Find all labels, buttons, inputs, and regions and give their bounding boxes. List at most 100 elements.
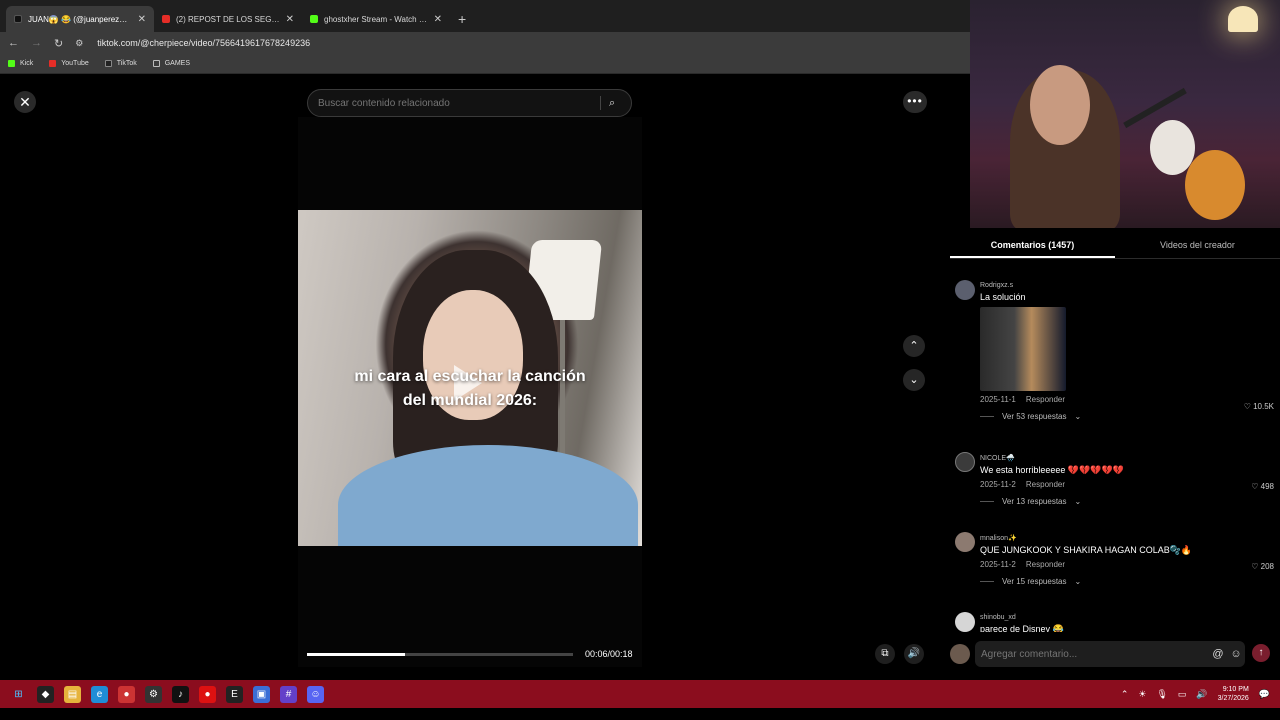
record-icon[interactable]: ● <box>199 685 216 703</box>
video-time: 00:06/00:18 <box>585 649 633 659</box>
chevron-down-icon: ⌄ <box>909 374 919 386</box>
grid-app-icon[interactable]: # <box>280 685 297 703</box>
tiktok-app-icon[interactable]: ♪ <box>172 685 189 703</box>
previous-video-button[interactable]: ⌃ <box>903 335 925 357</box>
reply-button[interactable]: Responder <box>1026 560 1065 569</box>
avatar[interactable] <box>955 612 975 632</box>
emoji-icon[interactable]: ☺ <box>1227 648 1245 660</box>
new-tab-button[interactable]: + <box>450 11 474 32</box>
video-player[interactable]: mi cara al escuchar la canción del mundi… <box>298 117 642 667</box>
comment-username[interactable]: Rodrigxz.s <box>980 282 1270 289</box>
miniplayer-button[interactable]: ⧉ <box>875 644 895 664</box>
browser-tab-tiktok[interactable]: JUAN😱 😂 (@juanperez937) | ✕ <box>6 6 154 32</box>
more-options-button[interactable]: ••• <box>903 91 927 113</box>
brightness-icon[interactable]: ☀ <box>1138 689 1146 700</box>
search-input[interactable] <box>318 97 592 109</box>
bookmark-tiktok[interactable]: TikTok <box>104 60 137 67</box>
avatar[interactable] <box>955 452 975 472</box>
clock-time: 9:10 PM <box>1222 686 1249 693</box>
comment-image[interactable] <box>980 307 1066 391</box>
notification-icon[interactable]: 💬 <box>1259 689 1270 700</box>
comment-username[interactable]: shinobu_xd <box>980 614 1270 621</box>
browser-tab-bar: JUAN😱 😂 (@juanperez937) | ✕ (2) REPOST D… <box>0 0 970 32</box>
edge-browser-icon[interactable]: e <box>91 685 108 703</box>
microphone-icon[interactable]: 🎙 <box>1156 689 1167 700</box>
close-video-button[interactable]: ✕ <box>14 91 36 113</box>
reload-icon[interactable]: ↻ <box>54 37 63 50</box>
epic-games-icon[interactable]: E <box>226 685 243 703</box>
close-tab-icon[interactable]: ✕ <box>434 14 442 25</box>
app-icon[interactable]: ◆ <box>37 685 54 703</box>
url-field[interactable]: tiktok.com/@cherpiece/video/756641961767… <box>97 38 310 48</box>
miniplayer-icon: ⧉ <box>881 648 889 659</box>
browser-tab-youtube[interactable]: (2) REPOST DE LOS SEGUIDORES ✕ <box>154 6 302 32</box>
tiktok-favicon-icon <box>14 15 22 23</box>
windows-start-icon[interactable]: ⊞ <box>10 686 27 703</box>
comment-text: La solución <box>980 292 1026 302</box>
folder-icon <box>152 60 160 67</box>
steam-icon[interactable]: ⚙ <box>145 685 162 703</box>
kick-icon <box>8 60 15 67</box>
like-count-value: 208 <box>1260 562 1274 571</box>
like-count[interactable]: ♡ 208 <box>1251 562 1274 571</box>
bookmark-games[interactable]: GAMES <box>152 60 190 67</box>
tab-title: ghostxher Stream - Watch Live <box>324 14 428 24</box>
send-comment-button[interactable]: ↑ <box>1252 644 1270 662</box>
related-search-bar: ⌕ <box>307 89 632 117</box>
video-progress-bar[interactable] <box>307 653 573 656</box>
like-count[interactable]: ♡ 10.5K <box>1244 402 1274 411</box>
like-count[interactable]: ♡ 498 <box>1251 482 1274 491</box>
speaker-icon[interactable]: 🔊 <box>1196 689 1207 700</box>
browser-tab-kick[interactable]: ghostxher Stream - Watch Live ✕ <box>302 6 450 32</box>
comment-date: 2025-11-2 <box>980 560 1016 569</box>
comment-username[interactable]: NICOLE🌧️ <box>980 454 1270 462</box>
replies-line <box>980 416 994 417</box>
video-frame[interactable]: mi cara al escuchar la canción del mundi… <box>298 210 642 546</box>
ellipsis-icon: ••• <box>907 94 923 108</box>
tab-creator-videos[interactable]: Videos del creador <box>1115 233 1280 258</box>
view-replies-button[interactable]: Ver 53 respuestas ⌄ <box>980 412 1270 421</box>
tab-comments[interactable]: Comentarios (1457) <box>950 233 1115 258</box>
file-explorer-icon[interactable]: ▤ <box>64 685 81 703</box>
youtube-icon <box>49 60 57 67</box>
avatar[interactable] <box>955 532 975 552</box>
mention-icon[interactable]: @ <box>1209 648 1227 660</box>
comment-input[interactable] <box>981 648 1209 660</box>
close-tab-icon[interactable]: ✕ <box>286 14 294 25</box>
chrome-browser-icon[interactable]: ● <box>118 685 135 703</box>
view-replies-button[interactable]: Ver 13 respuestas ⌄ <box>980 497 1270 506</box>
network-icon[interactable]: ▭ <box>1178 689 1187 700</box>
avatar[interactable] <box>955 280 975 300</box>
taskbar-clock[interactable]: 9:10 PM 3/27/2026 <box>1218 685 1249 703</box>
view-replies-button[interactable]: Ver 15 respuestas ⌄ <box>980 577 1270 586</box>
speaker-icon: 🔊 <box>907 648 921 659</box>
windows-taskbar: ⊞ ◆ ▤ e ● ⚙ ♪ ● E ▣ # ☺ <box>0 680 1280 708</box>
search-icon[interactable]: ⌕ <box>609 97 631 110</box>
comment-text: We esta horribleeeee 💔💔💔💔💔 <box>980 465 1124 475</box>
reply-button[interactable]: Responder <box>1026 395 1065 404</box>
back-icon[interactable]: ← <box>8 37 19 49</box>
volume-button[interactable]: 🔊 <box>904 644 924 664</box>
comment-date: 2025-11-2 <box>980 480 1016 489</box>
next-video-button[interactable]: ⌄ <box>903 369 925 391</box>
streamer-face-shape <box>1030 65 1090 145</box>
caption-line-1: mi cara al escuchar la canción <box>354 368 586 385</box>
site-info-icon[interactable]: ⚙ <box>75 38 83 49</box>
app-icon[interactable]: ▣ <box>253 685 270 703</box>
bookmark-youtube[interactable]: YouTube <box>49 60 89 67</box>
comment-date: 2025-11-1 <box>980 395 1016 404</box>
close-tab-icon[interactable]: ✕ <box>138 14 146 25</box>
view-replies-label: Ver 53 respuestas <box>1002 412 1067 421</box>
kick-favicon-icon <box>310 15 318 23</box>
youtube-favicon-icon <box>162 15 170 23</box>
bookmark-label: TikTok <box>116 60 137 67</box>
tab-title: (2) REPOST DE LOS SEGUIDORES <box>176 14 280 24</box>
chevron-up-icon[interactable]: ⌃ <box>1121 689 1129 700</box>
system-tray: ⌃ ☀ 🎙 ▭ 🔊 9:10 PM 3/27/2026 💬 <box>1121 680 1270 708</box>
bookmark-kick[interactable]: Kick <box>8 60 33 67</box>
comment-username[interactable]: mnalison✨ <box>980 534 1270 542</box>
reply-button[interactable]: Responder <box>1026 480 1065 489</box>
webcam-overlay <box>970 0 1280 228</box>
forward-icon[interactable]: → <box>31 37 42 49</box>
discord-icon[interactable]: ☺ <box>307 685 324 703</box>
